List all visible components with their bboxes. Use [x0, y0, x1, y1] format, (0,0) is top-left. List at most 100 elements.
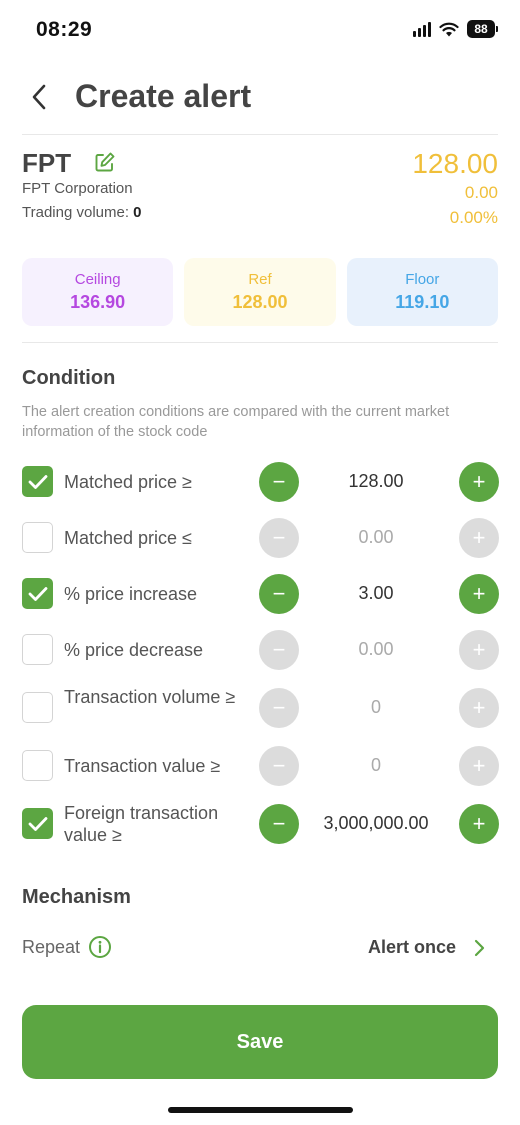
condition-label: Transaction volume ≥ [64, 687, 236, 707]
repeat-value[interactable]: Alert once [368, 937, 456, 958]
checkbox[interactable] [22, 578, 53, 609]
price-limits: Ceiling 136.90 Ref 128.00 Floor 119.10 [22, 258, 498, 326]
minus-icon: − [272, 753, 286, 778]
increment-button[interactable]: + [459, 688, 499, 728]
condition-value[interactable]: 3,000,000.00 [306, 813, 446, 834]
stock-change: 0.00 [464, 183, 498, 202]
condition-row-transaction-value: Transaction value ≥ − 0 + [22, 746, 499, 786]
minus-icon: − [272, 581, 286, 606]
floor-value: 119.10 [395, 292, 450, 312]
check-icon [28, 816, 47, 831]
checkbox[interactable] [22, 692, 53, 723]
mechanism-title: Mechanism [22, 886, 131, 908]
stock-name: FPT Corporation [22, 180, 133, 197]
condition-value[interactable]: 0 [306, 697, 446, 718]
decrement-button[interactable]: − [259, 462, 299, 502]
increment-button[interactable]: + [459, 630, 499, 670]
page-title: Create alert [75, 78, 252, 114]
plus-icon: + [472, 469, 486, 494]
condition-label: Matched price ≤ [64, 528, 192, 548]
decrement-button[interactable]: − [259, 630, 299, 670]
decrement-button[interactable]: − [259, 804, 299, 844]
ceiling-card: Ceiling 136.90 [22, 258, 174, 326]
condition-label: Transaction value ≥ [64, 756, 221, 776]
ref-label: Ref [248, 271, 272, 288]
minus-icon: − [272, 811, 286, 836]
stock-price: 128.00 [412, 148, 498, 179]
battery-level: 88 [467, 20, 495, 38]
decrement-button[interactable]: − [259, 574, 299, 614]
ceiling-label: Ceiling [74, 271, 121, 288]
status-icons: 88 [413, 20, 498, 38]
battery-icon: 88 [467, 20, 498, 38]
info-icon[interactable] [88, 935, 112, 959]
back-button[interactable] [22, 80, 56, 114]
condition-row-price-decrease: % price decrease − 0.00 + [22, 630, 499, 670]
condition-row-price-increase: % price increase − 3.00 + [22, 574, 499, 614]
ref-value: 128.00 [232, 292, 288, 312]
increment-button[interactable]: + [459, 462, 499, 502]
minus-icon: − [272, 525, 286, 550]
divider [22, 134, 498, 135]
condition-row-matched-price-lte: Matched price ≤ − 0.00 + [22, 518, 499, 558]
condition-row-transaction-volume: Transaction volume ≥ − 0 + [22, 687, 499, 728]
plus-icon: + [472, 695, 486, 720]
home-indicator [168, 1107, 353, 1113]
stock-code: FPT [22, 148, 72, 178]
plus-icon: + [472, 525, 486, 550]
checkbox[interactable] [22, 634, 53, 665]
condition-title: Condition [22, 367, 116, 389]
decrement-button[interactable]: − [259, 746, 299, 786]
condition-value[interactable]: 0 [306, 755, 446, 776]
condition-label: Foreign transaction value ≥ [64, 803, 219, 845]
checkbox[interactable] [22, 808, 53, 839]
trading-volume-value: 0 [133, 204, 142, 221]
status-time: 08:29 [36, 18, 93, 41]
status-bar: 08:29 88 [0, 0, 520, 60]
edit-icon[interactable] [94, 151, 116, 173]
floor-label: Floor [405, 271, 440, 288]
condition-description: The alert creation conditions are compar… [22, 404, 450, 440]
plus-icon: + [472, 811, 486, 836]
increment-button[interactable]: + [459, 804, 499, 844]
floor-card: Floor 119.10 [346, 258, 498, 326]
stock-change-percent: 0.00% [449, 208, 498, 227]
condition-label: Matched price ≥ [64, 472, 192, 492]
save-button[interactable]: Save [22, 1005, 498, 1079]
condition-label: % price increase [64, 584, 198, 604]
condition-value[interactable]: 128.00 [306, 471, 446, 492]
increment-button[interactable]: + [459, 746, 499, 786]
decrement-button[interactable]: − [259, 688, 299, 728]
minus-icon: − [272, 637, 286, 662]
plus-icon: + [472, 753, 486, 778]
plus-icon: + [472, 637, 486, 662]
trading-volume: Trading volume: 0 [22, 204, 142, 221]
repeat-row[interactable]: Repeat Alert once [22, 933, 498, 963]
repeat-label: Repeat [22, 937, 81, 957]
condition-row-foreign-transaction-value: Foreign transaction value ≥ − 3,000,000.… [22, 803, 499, 845]
checkbox[interactable] [22, 466, 53, 497]
checkbox[interactable] [22, 750, 53, 781]
stock-info: FPT FPT Corporation Trading volume: 0 12… [22, 148, 498, 238]
condition-value[interactable]: 3.00 [306, 583, 446, 604]
divider [22, 342, 498, 343]
increment-button[interactable]: + [459, 518, 499, 558]
check-icon [28, 586, 47, 601]
wifi-icon [439, 22, 459, 36]
trading-volume-label: Trading volume: [22, 204, 134, 221]
decrement-button[interactable]: − [259, 518, 299, 558]
chevron-right-icon[interactable] [470, 938, 488, 958]
signal-icon [413, 21, 431, 37]
checkbox[interactable] [22, 522, 53, 553]
condition-label: % price decrease [64, 640, 204, 660]
condition-value[interactable]: 0.00 [306, 527, 446, 548]
condition-row-matched-price-gte: Matched price ≥ − 128.00 + [22, 462, 499, 502]
header: Create alert [0, 70, 520, 126]
minus-icon: − [272, 695, 286, 720]
chevron-left-icon [32, 84, 46, 110]
condition-value[interactable]: 0.00 [306, 639, 446, 660]
minus-icon: − [272, 469, 286, 494]
ceiling-value: 136.90 [70, 292, 126, 312]
plus-icon: + [472, 581, 486, 606]
increment-button[interactable]: + [459, 574, 499, 614]
